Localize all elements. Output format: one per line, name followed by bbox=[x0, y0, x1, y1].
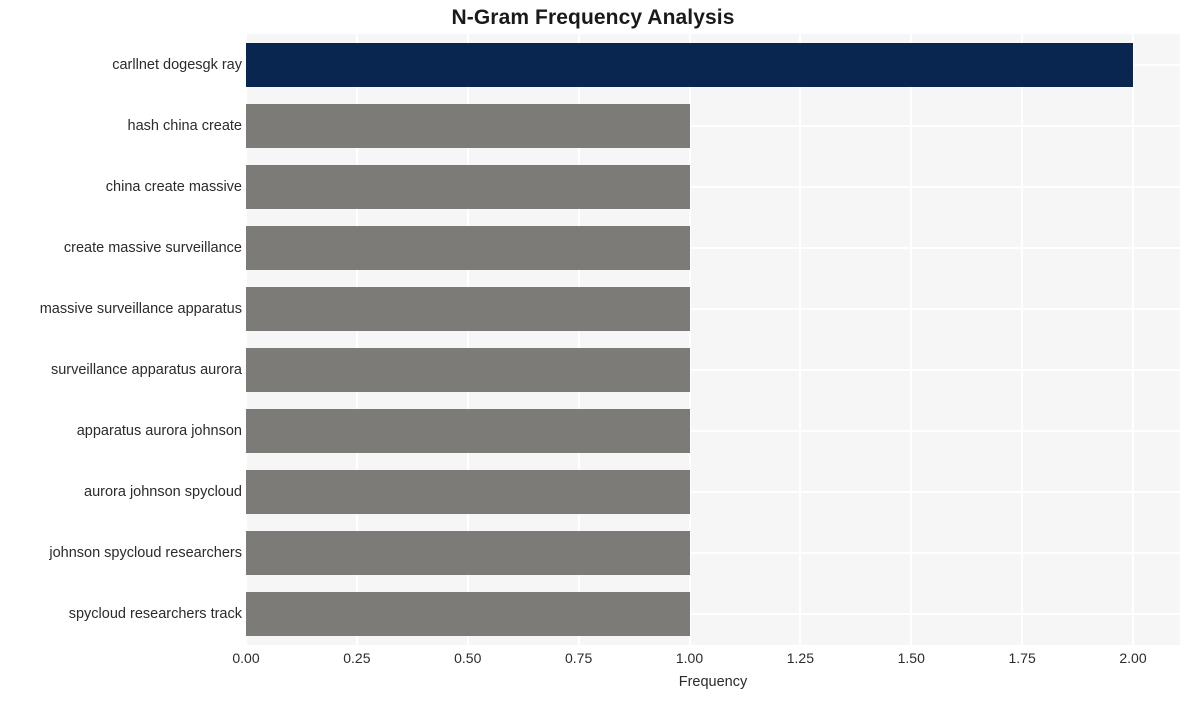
x-axis-tick-label: 0.50 bbox=[454, 650, 482, 666]
bar bbox=[246, 103, 690, 148]
bar bbox=[246, 42, 1133, 87]
bar bbox=[246, 164, 690, 209]
y-axis-tick-label: carllnet dogesgk ray bbox=[112, 56, 242, 73]
y-axis-tick-label: hash china create bbox=[127, 117, 242, 134]
x-axis-label: Frequency bbox=[678, 674, 748, 690]
y-axis-tick-label: aurora johnson spycloud bbox=[84, 484, 242, 501]
x-axis-tick-label: 0.75 bbox=[565, 650, 593, 666]
plot-area bbox=[246, 34, 1180, 645]
chart-figure: N-Gram Frequency Analysis carllnet doges… bbox=[0, 0, 1186, 701]
y-axis-tick-label: johnson spycloud researchers bbox=[49, 545, 242, 562]
x-axis-tick-label: 0.00 bbox=[232, 650, 260, 666]
y-axis-tick-label: china create massive bbox=[105, 178, 242, 195]
x-axis-tick-label: 1.50 bbox=[897, 650, 925, 666]
x-axis-tick-label: 0.25 bbox=[343, 650, 371, 666]
y-axis-tick-label: spycloud researchers track bbox=[68, 606, 242, 623]
y-axis-tick-label: massive surveillance apparatus bbox=[39, 300, 242, 317]
bar bbox=[246, 286, 690, 331]
x-axis-tick-label: 1.75 bbox=[1008, 650, 1036, 666]
x-axis-tick-label: 1.00 bbox=[675, 650, 704, 666]
bar bbox=[246, 592, 690, 637]
chart-title: N-Gram Frequency Analysis bbox=[451, 6, 735, 29]
x-axis-tick-label: 1.25 bbox=[786, 650, 814, 666]
y-axis-tick-label: surveillance apparatus aurora bbox=[50, 362, 242, 379]
y-axis-tick-label: apparatus aurora johnson bbox=[76, 423, 242, 440]
bar bbox=[246, 531, 690, 576]
x-axis-tick-label: 2.00 bbox=[1119, 650, 1147, 666]
bar bbox=[246, 225, 690, 270]
y-axis-tick-label: create massive surveillance bbox=[63, 239, 242, 256]
bar bbox=[246, 470, 690, 515]
bar bbox=[246, 409, 690, 454]
bar bbox=[246, 348, 690, 393]
